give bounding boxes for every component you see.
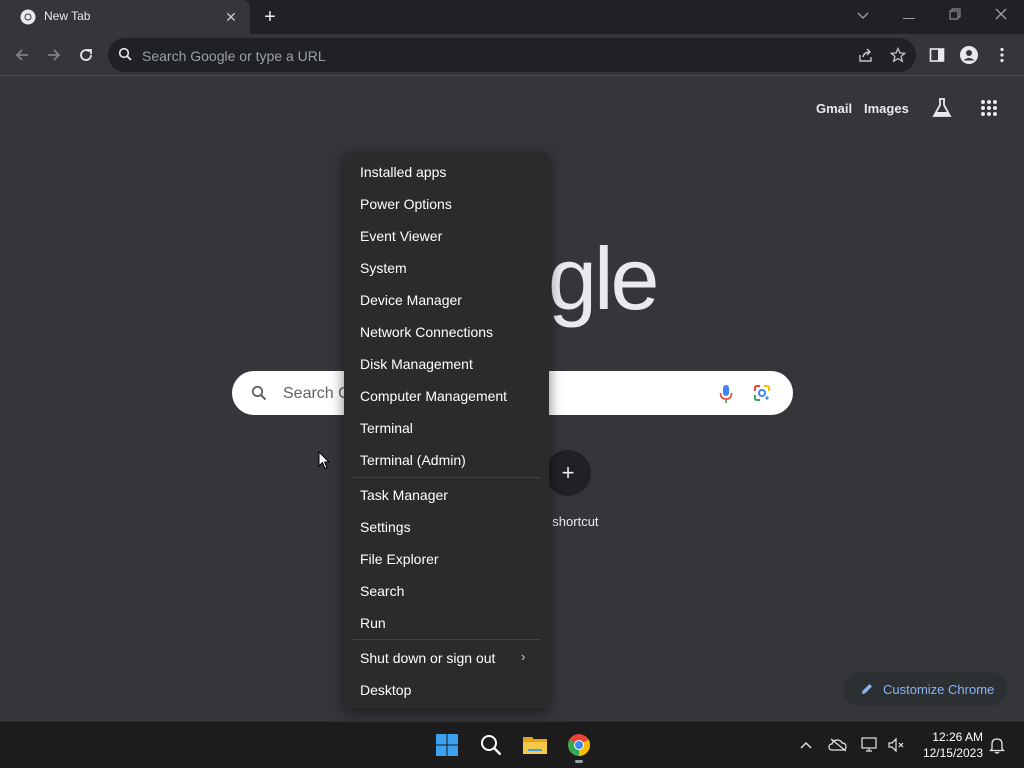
menu-item-label: Installed apps [360, 164, 447, 180]
microphone-icon[interactable] [719, 384, 733, 409]
google-logo: gle [548, 229, 659, 328]
menu-item-label: Power Options [360, 196, 452, 212]
menu-item-search[interactable]: Search [344, 574, 549, 606]
menu-item-terminal[interactable]: Terminal [344, 411, 549, 443]
new-tab-button[interactable]: + [259, 6, 281, 28]
taskbar: 12:26 AM 12/15/2023 [0, 721, 1024, 768]
chevron-right-icon: › [521, 649, 526, 664]
onedrive-icon[interactable] [828, 735, 848, 755]
images-link[interactable]: Images [864, 101, 909, 116]
menu-item-label: Network Connections [360, 324, 494, 340]
menu-item-task-manager[interactable]: Task Manager [344, 478, 549, 510]
chrome-icon[interactable] [565, 731, 593, 763]
google-lens-icon[interactable] [753, 384, 771, 407]
add-shortcut-button[interactable]: + [545, 450, 591, 496]
menu-item-label: Terminal (Admin) [360, 452, 466, 468]
clock-time: 12:26 AM [932, 730, 983, 744]
menu-item-label: Event Viewer [360, 228, 443, 244]
close-icon[interactable] [990, 6, 1012, 26]
menu-item-desktop[interactable]: Desktop [344, 673, 549, 705]
apps-grid-icon[interactable] [980, 99, 998, 122]
search-icon[interactable] [477, 731, 505, 759]
menu-item-file-explorer[interactable]: File Explorer [344, 542, 549, 574]
search-placeholder: Search G [283, 385, 351, 402]
menu-item-label: Settings [360, 519, 411, 535]
menu-item-label: System [360, 260, 407, 276]
omnibox[interactable]: Search Google or type a URL [108, 38, 916, 72]
running-indicator [575, 760, 583, 763]
restore-icon[interactable] [944, 6, 966, 26]
menu-item-system[interactable]: System [344, 251, 549, 283]
customize-chrome-button[interactable]: Customize Chrome [843, 672, 1007, 706]
menu-item-label: Terminal [360, 420, 413, 436]
menu-divider [352, 639, 541, 640]
chevron-down-icon[interactable] [852, 6, 874, 26]
notification-bell-icon[interactable] [987, 735, 1007, 755]
tab-strip: New Tab ✕ + [0, 0, 1024, 34]
menu-item-settings[interactable]: Settings [344, 510, 549, 542]
menu-item-label: Disk Management [360, 356, 473, 372]
back-icon[interactable] [11, 44, 33, 66]
menu-item-installed-apps[interactable]: Installed apps [344, 155, 549, 187]
menu-item-label: Computer Management [360, 388, 508, 404]
tab-new-tab[interactable]: New Tab ✕ [0, 0, 250, 34]
side-panel-icon[interactable] [926, 44, 948, 66]
quick-link-menu: Installed apps Power Options Event Viewe… [344, 152, 549, 708]
omnibox-placeholder: Search Google or type a URL [142, 48, 326, 64]
menu-item-power-options[interactable]: Power Options [344, 187, 549, 219]
search-icon [118, 47, 132, 66]
menu-item-label: File Explorer [360, 551, 439, 567]
tab-title: New Tab [44, 9, 91, 23]
mouse-cursor-icon [318, 450, 331, 475]
menu-item-terminal-admin[interactable]: Terminal (Admin) [344, 443, 549, 475]
reload-icon[interactable] [75, 44, 97, 66]
menu-item-network-connections[interactable]: Network Connections [344, 315, 549, 347]
pencil-icon [860, 682, 874, 701]
chrome-icon [20, 9, 36, 25]
profile-icon[interactable] [958, 44, 980, 66]
close-icon[interactable]: ✕ [222, 8, 240, 26]
taskbar-clock[interactable]: 12:26 AM 12/15/2023 [915, 729, 983, 761]
search-icon [251, 385, 267, 406]
menu-item-label: Device Manager [360, 292, 462, 308]
chevron-up-icon[interactable] [796, 735, 816, 755]
menu-item-label: Shut down or sign out [360, 650, 496, 666]
menu-item-shut-down[interactable]: Shut down or sign out › [344, 641, 549, 673]
menu-item-label: Desktop [360, 682, 412, 698]
kebab-menu-icon[interactable] [991, 44, 1013, 66]
windows-start-icon[interactable] [433, 731, 461, 759]
share-icon[interactable] [858, 47, 874, 68]
forward-icon[interactable] [43, 44, 65, 66]
menu-item-label: Task Manager [360, 487, 448, 503]
clock-date: 12/15/2023 [922, 746, 983, 760]
minimize-icon[interactable] [898, 6, 920, 26]
menu-item-event-viewer[interactable]: Event Viewer [344, 219, 549, 251]
menu-item-device-manager[interactable]: Device Manager [344, 283, 549, 315]
menu-item-label: Run [360, 615, 386, 631]
volume-muted-icon[interactable] [886, 735, 906, 755]
gmail-link[interactable]: Gmail [816, 101, 852, 116]
menu-item-computer-management[interactable]: Computer Management [344, 379, 549, 411]
menu-item-label: Search [360, 583, 405, 599]
menu-item-disk-management[interactable]: Disk Management [344, 347, 549, 379]
bookmark-star-icon[interactable] [889, 46, 907, 68]
labs-flask-icon[interactable] [931, 97, 953, 124]
toolbar: Search Google or type a URL [0, 34, 1024, 76]
menu-item-run[interactable]: Run [344, 606, 549, 638]
file-explorer-icon[interactable] [521, 731, 549, 759]
network-icon[interactable] [859, 735, 879, 755]
customize-chrome-label: Customize Chrome [883, 682, 995, 697]
